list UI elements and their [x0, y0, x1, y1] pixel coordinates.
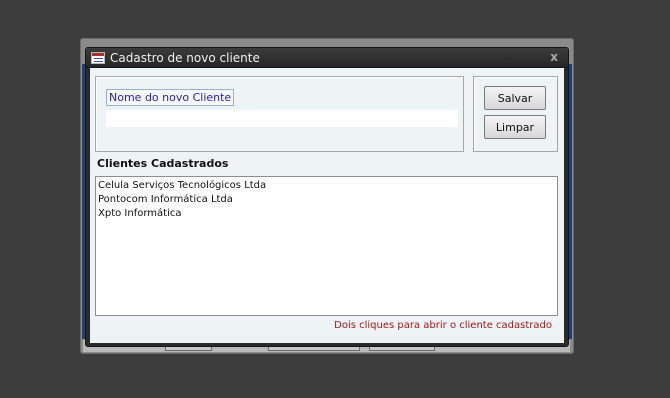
background-window-edge [569, 64, 572, 339]
dialog-titlebar[interactable]: Cadastro de novo cliente x [86, 48, 568, 68]
name-input-group: Nome do novo Cliente [95, 76, 464, 152]
form-icon [91, 52, 105, 64]
registered-clients-heading: Clientes Cadastrados [97, 157, 229, 170]
dialog-title: Cadastro de novo cliente [110, 51, 260, 65]
registered-clients-list[interactable]: Celula Serviços Tecnológicos Ltda Pontoc… [95, 176, 558, 316]
client-name-input[interactable] [106, 110, 458, 127]
save-button[interactable]: Salvar [484, 86, 546, 110]
dialog-body: Nome do novo Cliente Salvar Limpar Clien… [90, 68, 564, 343]
action-button-group: Salvar Limpar [473, 76, 558, 152]
client-name-label: Nome do novo Cliente [106, 89, 235, 106]
clear-button[interactable]: Limpar [484, 115, 546, 139]
double-click-hint: Dois cliques para abrir o cliente cadast… [334, 320, 552, 331]
new-client-dialog: Cadastro de novo cliente x Nome do novo … [85, 47, 569, 347]
list-item[interactable]: Xpto Informática [98, 207, 555, 221]
list-item[interactable]: Pontocom Informática Ltda [98, 193, 555, 207]
list-item[interactable]: Celula Serviços Tecnológicos Ltda [98, 179, 555, 193]
close-icon[interactable]: x [550, 50, 558, 64]
